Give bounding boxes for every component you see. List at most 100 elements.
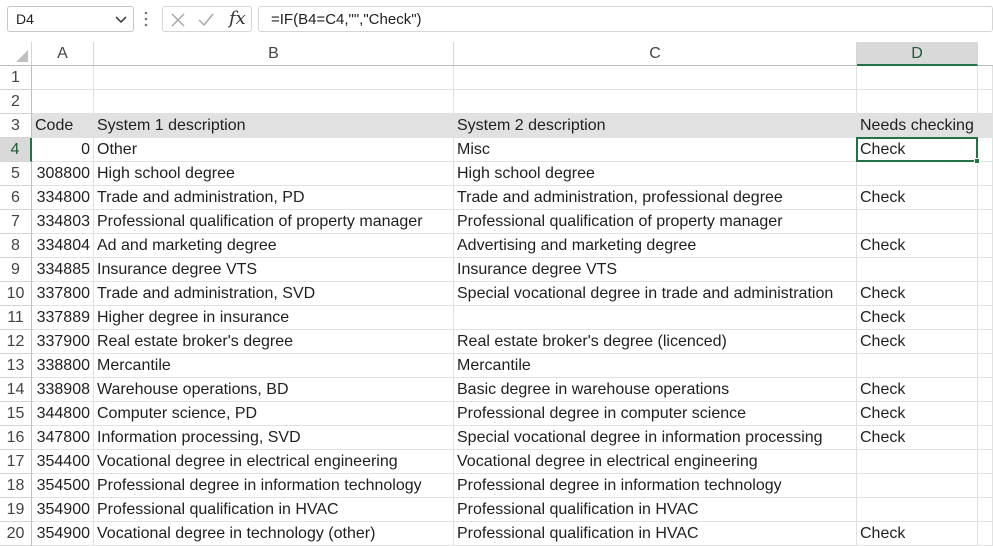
formula-input[interactable]: =IF(B4=C4,"","Check")	[258, 6, 993, 32]
more-options-icon[interactable]	[143, 10, 149, 28]
row-header-16[interactable]: 16	[0, 426, 32, 450]
cell-c3[interactable]: System 2 description	[454, 114, 857, 138]
cell-e12[interactable]	[978, 330, 993, 354]
cell-b19[interactable]: Professional qualification in HVAC	[94, 498, 454, 522]
row-header-2[interactable]: 2	[0, 90, 32, 114]
cell-a16[interactable]: 347800	[32, 426, 94, 450]
cell-d7[interactable]	[857, 210, 978, 234]
cell-b5[interactable]: High school degree	[94, 162, 454, 186]
cell-a10[interactable]: 337800	[32, 282, 94, 306]
cell-a11[interactable]: 337889	[32, 306, 94, 330]
row-header-11[interactable]: 11	[0, 306, 32, 330]
cell-b11[interactable]: Higher degree in insurance	[94, 306, 454, 330]
cell-c20[interactable]: Professional qualification in HVAC	[454, 522, 857, 546]
cell-c17[interactable]: Vocational degree in electrical engineer…	[454, 450, 857, 474]
cell-b9[interactable]: Insurance degree VTS	[94, 258, 454, 282]
cell-c9[interactable]: Insurance degree VTS	[454, 258, 857, 282]
cell-d3[interactable]: Needs checking	[857, 114, 978, 138]
cell-e7[interactable]	[978, 210, 993, 234]
row-header-10[interactable]: 10	[0, 282, 32, 306]
cell-d4[interactable]: Check	[857, 138, 978, 162]
cell-d10[interactable]: Check	[857, 282, 978, 306]
chevron-down-icon[interactable]	[113, 11, 129, 27]
cell-d2[interactable]	[857, 90, 978, 114]
cell-e11[interactable]	[978, 306, 993, 330]
row-header-20[interactable]: 20	[0, 522, 32, 546]
cell-e14[interactable]	[978, 378, 993, 402]
row-header-9[interactable]: 9	[0, 258, 32, 282]
cell-c1[interactable]	[454, 66, 857, 90]
cell-c18[interactable]: Professional degree in information techn…	[454, 474, 857, 498]
cell-c4[interactable]: Misc	[454, 138, 857, 162]
row-header-14[interactable]: 14	[0, 378, 32, 402]
row-header-19[interactable]: 19	[0, 498, 32, 522]
cell-c2[interactable]	[454, 90, 857, 114]
cell-a15[interactable]: 344800	[32, 402, 94, 426]
cell-d20[interactable]: Check	[857, 522, 978, 546]
cell-e15[interactable]	[978, 402, 993, 426]
cell-d9[interactable]	[857, 258, 978, 282]
cell-a5[interactable]: 308800	[32, 162, 94, 186]
name-box[interactable]: D4	[7, 6, 134, 32]
insert-function-icon[interactable]: fx	[229, 8, 246, 29]
column-header-c[interactable]: C	[454, 42, 857, 66]
cell-d11[interactable]: Check	[857, 306, 978, 330]
cell-d1[interactable]	[857, 66, 978, 90]
cell-b20[interactable]: Vocational degree in technology (other)	[94, 522, 454, 546]
cell-b18[interactable]: Professional degree in information techn…	[94, 474, 454, 498]
cell-b10[interactable]: Trade and administration, SVD	[94, 282, 454, 306]
cell-a6[interactable]: 334800	[32, 186, 94, 210]
cell-c10[interactable]: Special vocational degree in trade and a…	[454, 282, 857, 306]
cell-e1[interactable]	[978, 66, 993, 90]
cell-b8[interactable]: Ad and marketing degree	[94, 234, 454, 258]
cell-c11[interactable]	[454, 306, 857, 330]
cell-a19[interactable]: 354900	[32, 498, 94, 522]
cell-a3[interactable]: Code	[32, 114, 94, 138]
cell-e9[interactable]	[978, 258, 993, 282]
cell-d13[interactable]	[857, 354, 978, 378]
cell-e19[interactable]	[978, 498, 993, 522]
cell-a4[interactable]: 0	[32, 138, 94, 162]
column-header-d[interactable]: D	[857, 42, 978, 66]
cell-d14[interactable]: Check	[857, 378, 978, 402]
cell-e4[interactable]	[978, 138, 993, 162]
cell-b2[interactable]	[94, 90, 454, 114]
cell-d5[interactable]	[857, 162, 978, 186]
cell-c12[interactable]: Real estate broker's degree (licenced)	[454, 330, 857, 354]
cell-b16[interactable]: Information processing, SVD	[94, 426, 454, 450]
row-header-17[interactable]: 17	[0, 450, 32, 474]
cell-b6[interactable]: Trade and administration, PD	[94, 186, 454, 210]
cell-b13[interactable]: Mercantile	[94, 354, 454, 378]
cell-b3[interactable]: System 1 description	[94, 114, 454, 138]
cell-d8[interactable]: Check	[857, 234, 978, 258]
spreadsheet-grid[interactable]: A B C D 1 2 3 Code System 1 description Syste…	[0, 42, 993, 546]
cell-e17[interactable]	[978, 450, 993, 474]
row-header-3[interactable]: 3	[0, 114, 32, 138]
cell-a2[interactable]	[32, 90, 94, 114]
row-header-18[interactable]: 18	[0, 474, 32, 498]
cell-a9[interactable]: 334885	[32, 258, 94, 282]
cell-e2[interactable]	[978, 90, 993, 114]
cell-a7[interactable]: 334803	[32, 210, 94, 234]
row-header-5[interactable]: 5	[0, 162, 32, 186]
cell-e20[interactable]	[978, 522, 993, 546]
cell-c14[interactable]: Basic degree in warehouse operations	[454, 378, 857, 402]
cell-b12[interactable]: Real estate broker's degree	[94, 330, 454, 354]
column-header-a[interactable]: A	[32, 42, 94, 66]
row-header-8[interactable]: 8	[0, 234, 32, 258]
row-header-7[interactable]: 7	[0, 210, 32, 234]
cell-e3[interactable]	[978, 114, 993, 138]
cancel-icon[interactable]	[169, 11, 187, 29]
cell-e8[interactable]	[978, 234, 993, 258]
cell-e16[interactable]	[978, 426, 993, 450]
row-header-1[interactable]: 1	[0, 66, 32, 90]
select-all-corner[interactable]	[0, 42, 32, 66]
cell-e13[interactable]	[978, 354, 993, 378]
cell-c5[interactable]: High school degree	[454, 162, 857, 186]
column-header-e[interactable]	[978, 42, 993, 66]
row-header-13[interactable]: 13	[0, 354, 32, 378]
cell-d19[interactable]	[857, 498, 978, 522]
cell-c7[interactable]: Professional qualification of property m…	[454, 210, 857, 234]
cell-b14[interactable]: Warehouse operations, BD	[94, 378, 454, 402]
cell-a20[interactable]: 354900	[32, 522, 94, 546]
